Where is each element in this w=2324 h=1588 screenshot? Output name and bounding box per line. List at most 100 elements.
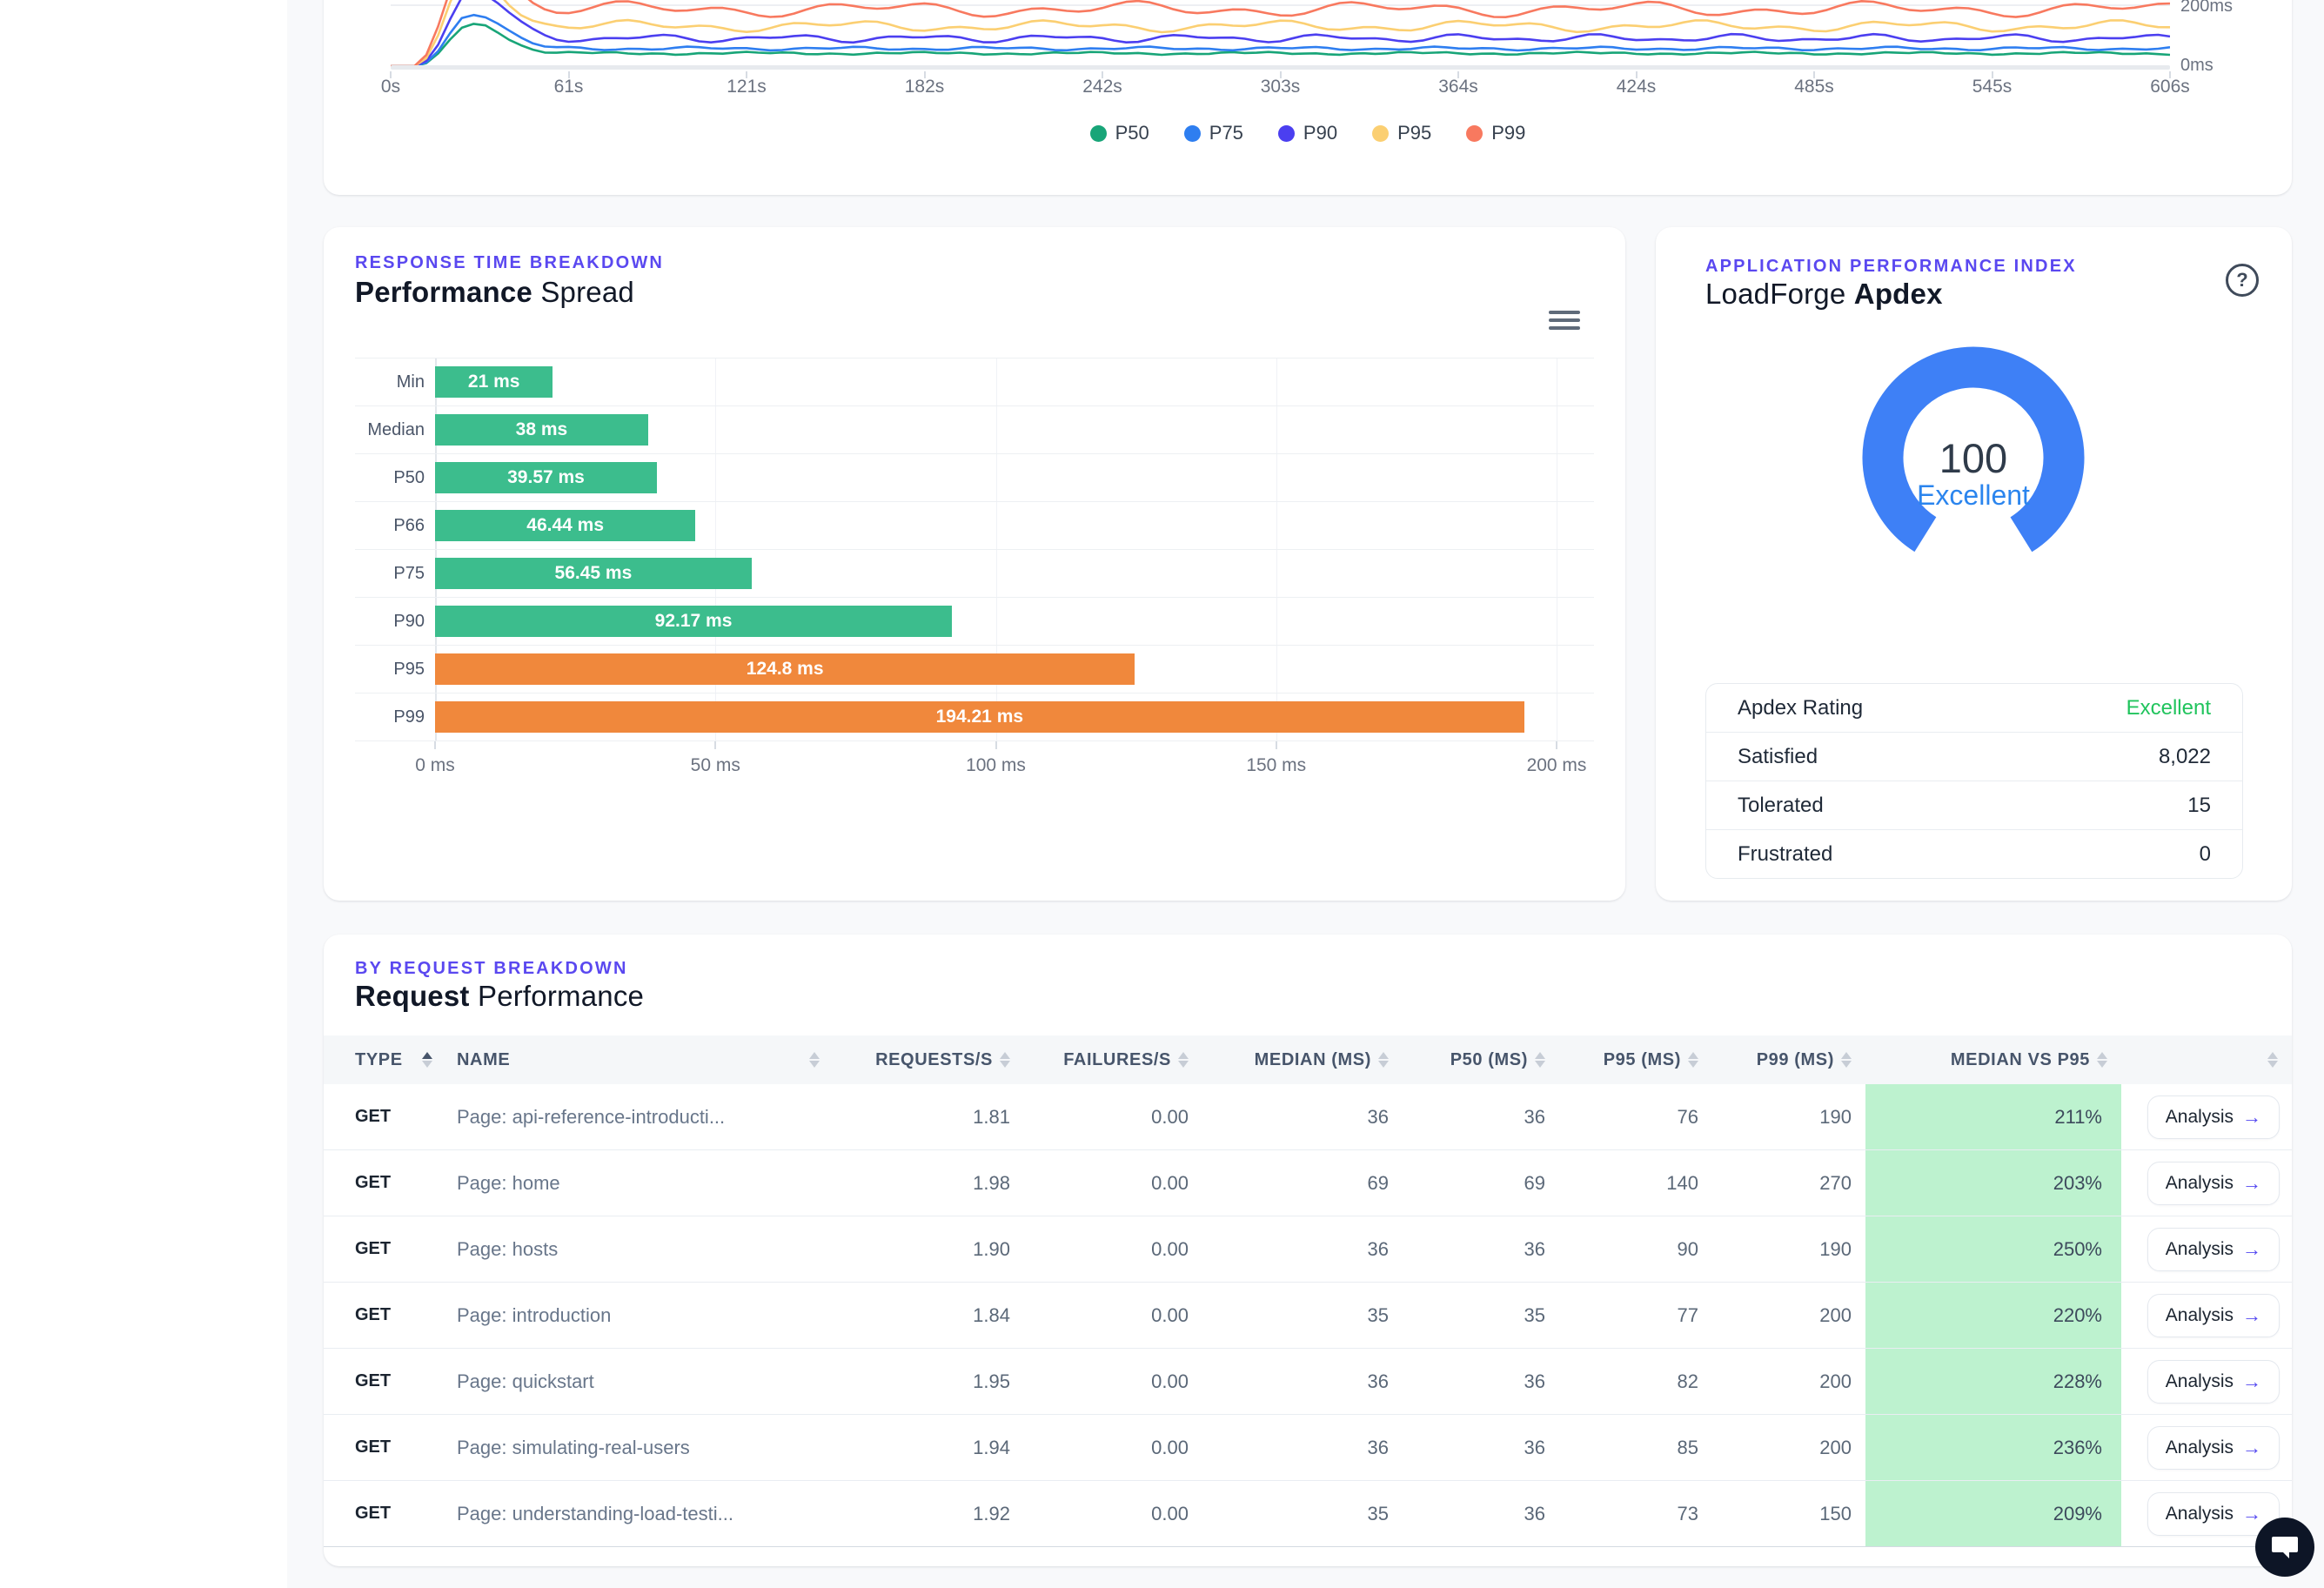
analysis-button[interactable]: Analysis→ (2147, 1228, 2280, 1271)
cell-median-ms: 69 (1202, 1150, 1403, 1216)
spread-bar-median: 38 ms (435, 414, 648, 446)
chat-bubble-icon (2271, 1534, 2299, 1560)
column-header-p95-ms-[interactable]: P95 (MS) (1559, 1035, 1712, 1084)
spread-x-tick-label: 100 ms (966, 755, 1026, 776)
cell-type: GET (324, 1216, 435, 1282)
legend-dot-icon (1372, 125, 1389, 142)
cell-p50-ms: 36 (1403, 1349, 1559, 1414)
chart-menu-icon[interactable] (1549, 311, 1580, 330)
column-header-failures-s[interactable]: FAILURES/S (1024, 1035, 1202, 1084)
sort-icon (2267, 1052, 2278, 1068)
apdex-stat-label: Apdex Rating (1738, 696, 1863, 720)
analysis-button[interactable]: Analysis→ (2147, 1162, 2280, 1205)
cell-p99-ms: 270 (1712, 1150, 1865, 1216)
column-header-median-vs-p95[interactable]: MEDIAN VS P95 (1865, 1035, 2121, 1084)
chart-legend: P50 P75 P90 P95 P99 (324, 122, 2292, 144)
apdex-stat-value: Excellent (2126, 696, 2211, 720)
sort-asc-icon (1178, 1052, 1189, 1059)
cell-name: Page: understanding-load-testi... (435, 1481, 828, 1546)
cell-median-vs-p95: 220% (1865, 1283, 2121, 1348)
column-header-label: FAILURES/S (1063, 1050, 1171, 1070)
cell-p50-ms: 69 (1403, 1150, 1559, 1216)
cell-actions: Analysis→ (2121, 1084, 2292, 1149)
apdex-rating-label: Excellent (1845, 479, 2101, 512)
analysis-button-label: Analysis (2166, 1371, 2234, 1392)
arrow-right-icon: → (2242, 1503, 2261, 1525)
apdex-stat-value: 0 (2200, 842, 2211, 867)
analysis-button-label: Analysis (2166, 1173, 2234, 1194)
cell-type: GET (324, 1150, 435, 1216)
sort-asc-icon (1378, 1052, 1389, 1059)
cell-median-vs-p95: 209% (1865, 1481, 2121, 1546)
spread-bar-p75: 56.45 ms (435, 558, 752, 589)
analysis-button[interactable]: Analysis→ (2147, 1096, 2280, 1139)
spread-bar-value: 21 ms (468, 372, 520, 392)
spread-bar-value: 38 ms (516, 419, 568, 440)
apdex-stat-row: Apdex Rating Excellent (1706, 684, 2242, 732)
legend-item-p95[interactable]: P95 (1372, 122, 1431, 144)
column-header-actions[interactable] (2121, 1035, 2292, 1084)
table-row: GETPage: simulating-real-users1.940.0036… (324, 1415, 2292, 1481)
response-times-line-chart (391, 0, 2170, 68)
legend-label: P50 (1115, 122, 1149, 144)
apdex-stat-row: Tolerated15 (1706, 781, 2242, 829)
sort-asc-icon (809, 1052, 820, 1059)
cell-failures-s: 0.00 (1024, 1084, 1202, 1149)
cell-p50-ms: 36 (1403, 1216, 1559, 1282)
column-header-median-ms-[interactable]: MEDIAN (MS) (1202, 1035, 1403, 1084)
column-header-label: TYPE (355, 1050, 403, 1070)
spread-title: Performance Spread (355, 276, 634, 309)
legend-item-p50[interactable]: P50 (1090, 122, 1149, 144)
cell-name: Page: introduction (435, 1283, 828, 1348)
spread-x-tick-mark (1556, 741, 1557, 749)
cell-p95-ms: 77 (1559, 1283, 1712, 1348)
legend-item-p90[interactable]: P90 (1278, 122, 1337, 144)
apdex-stat-row: Satisfied8,022 (1706, 732, 2242, 781)
analysis-button[interactable]: Analysis→ (2147, 1294, 2280, 1337)
cell-median-vs-p95: 236% (1865, 1415, 2121, 1480)
cell-p50-ms: 36 (1403, 1084, 1559, 1149)
column-header-p99-ms-[interactable]: P99 (MS) (1712, 1035, 1865, 1084)
analysis-button[interactable]: Analysis→ (2147, 1426, 2280, 1470)
cell-p99-ms: 190 (1712, 1084, 1865, 1149)
spread-bar-value: 46.44 ms (526, 515, 604, 536)
cell-name: Page: hosts (435, 1216, 828, 1282)
help-icon[interactable]: ? (2226, 264, 2259, 297)
column-header-name[interactable]: NAME (435, 1035, 828, 1084)
column-header-label: NAME (457, 1050, 510, 1070)
analysis-button[interactable]: Analysis → (2147, 1360, 2280, 1404)
arrow-right-icon: → (2242, 1437, 2261, 1459)
cell-median-ms: 35 (1202, 1283, 1403, 1348)
sort-icon (2097, 1052, 2107, 1068)
analysis-button-label: Analysis (2166, 1107, 2234, 1128)
sort-icon (1688, 1052, 1698, 1068)
x-tick-label: 182s (905, 77, 945, 97)
requests-table-footer (324, 1547, 2292, 1571)
legend-item-p99[interactable]: P99 (1466, 122, 1525, 144)
analysis-button[interactable]: Analysis→ (2147, 1492, 2280, 1536)
cell-p95-ms: 82 (1559, 1349, 1712, 1414)
arrow-right-icon: → (2242, 1370, 2261, 1393)
spread-category-label: P90 (355, 612, 425, 632)
x-tick-label: 606s (2150, 77, 2190, 97)
cell-median-vs-p95: 250% (1865, 1216, 2121, 1282)
sort-asc-icon (422, 1052, 432, 1059)
sort-icon (1178, 1052, 1189, 1068)
column-header-label: P95 (MS) (1604, 1050, 1681, 1070)
cell-requests-s: 1.98 (828, 1150, 1024, 1216)
sort-asc-icon (2267, 1052, 2278, 1059)
spread-row-p99: P99194.21 ms (355, 693, 1594, 740)
cell-p95-ms: 90 (1559, 1216, 1712, 1282)
column-header-type[interactable]: TYPE (324, 1035, 435, 1084)
cell-type: GET (324, 1481, 435, 1546)
column-header-p50-ms-[interactable]: P50 (MS) (1403, 1035, 1559, 1084)
chat-widget-button[interactable] (2255, 1518, 2314, 1577)
column-header-requests-s[interactable]: REQUESTS/S (828, 1035, 1024, 1084)
spread-row-p50: P5039.57 ms (355, 453, 1594, 501)
series-line-p99 (391, 0, 2170, 66)
analysis-button-label: Analysis (2166, 1305, 2234, 1326)
legend-item-p75[interactable]: P75 (1184, 122, 1243, 144)
cell-type: GET (324, 1349, 435, 1414)
spread-bar-value: 194.21 ms (936, 707, 1023, 727)
x-tick-label: 0s (381, 77, 400, 97)
